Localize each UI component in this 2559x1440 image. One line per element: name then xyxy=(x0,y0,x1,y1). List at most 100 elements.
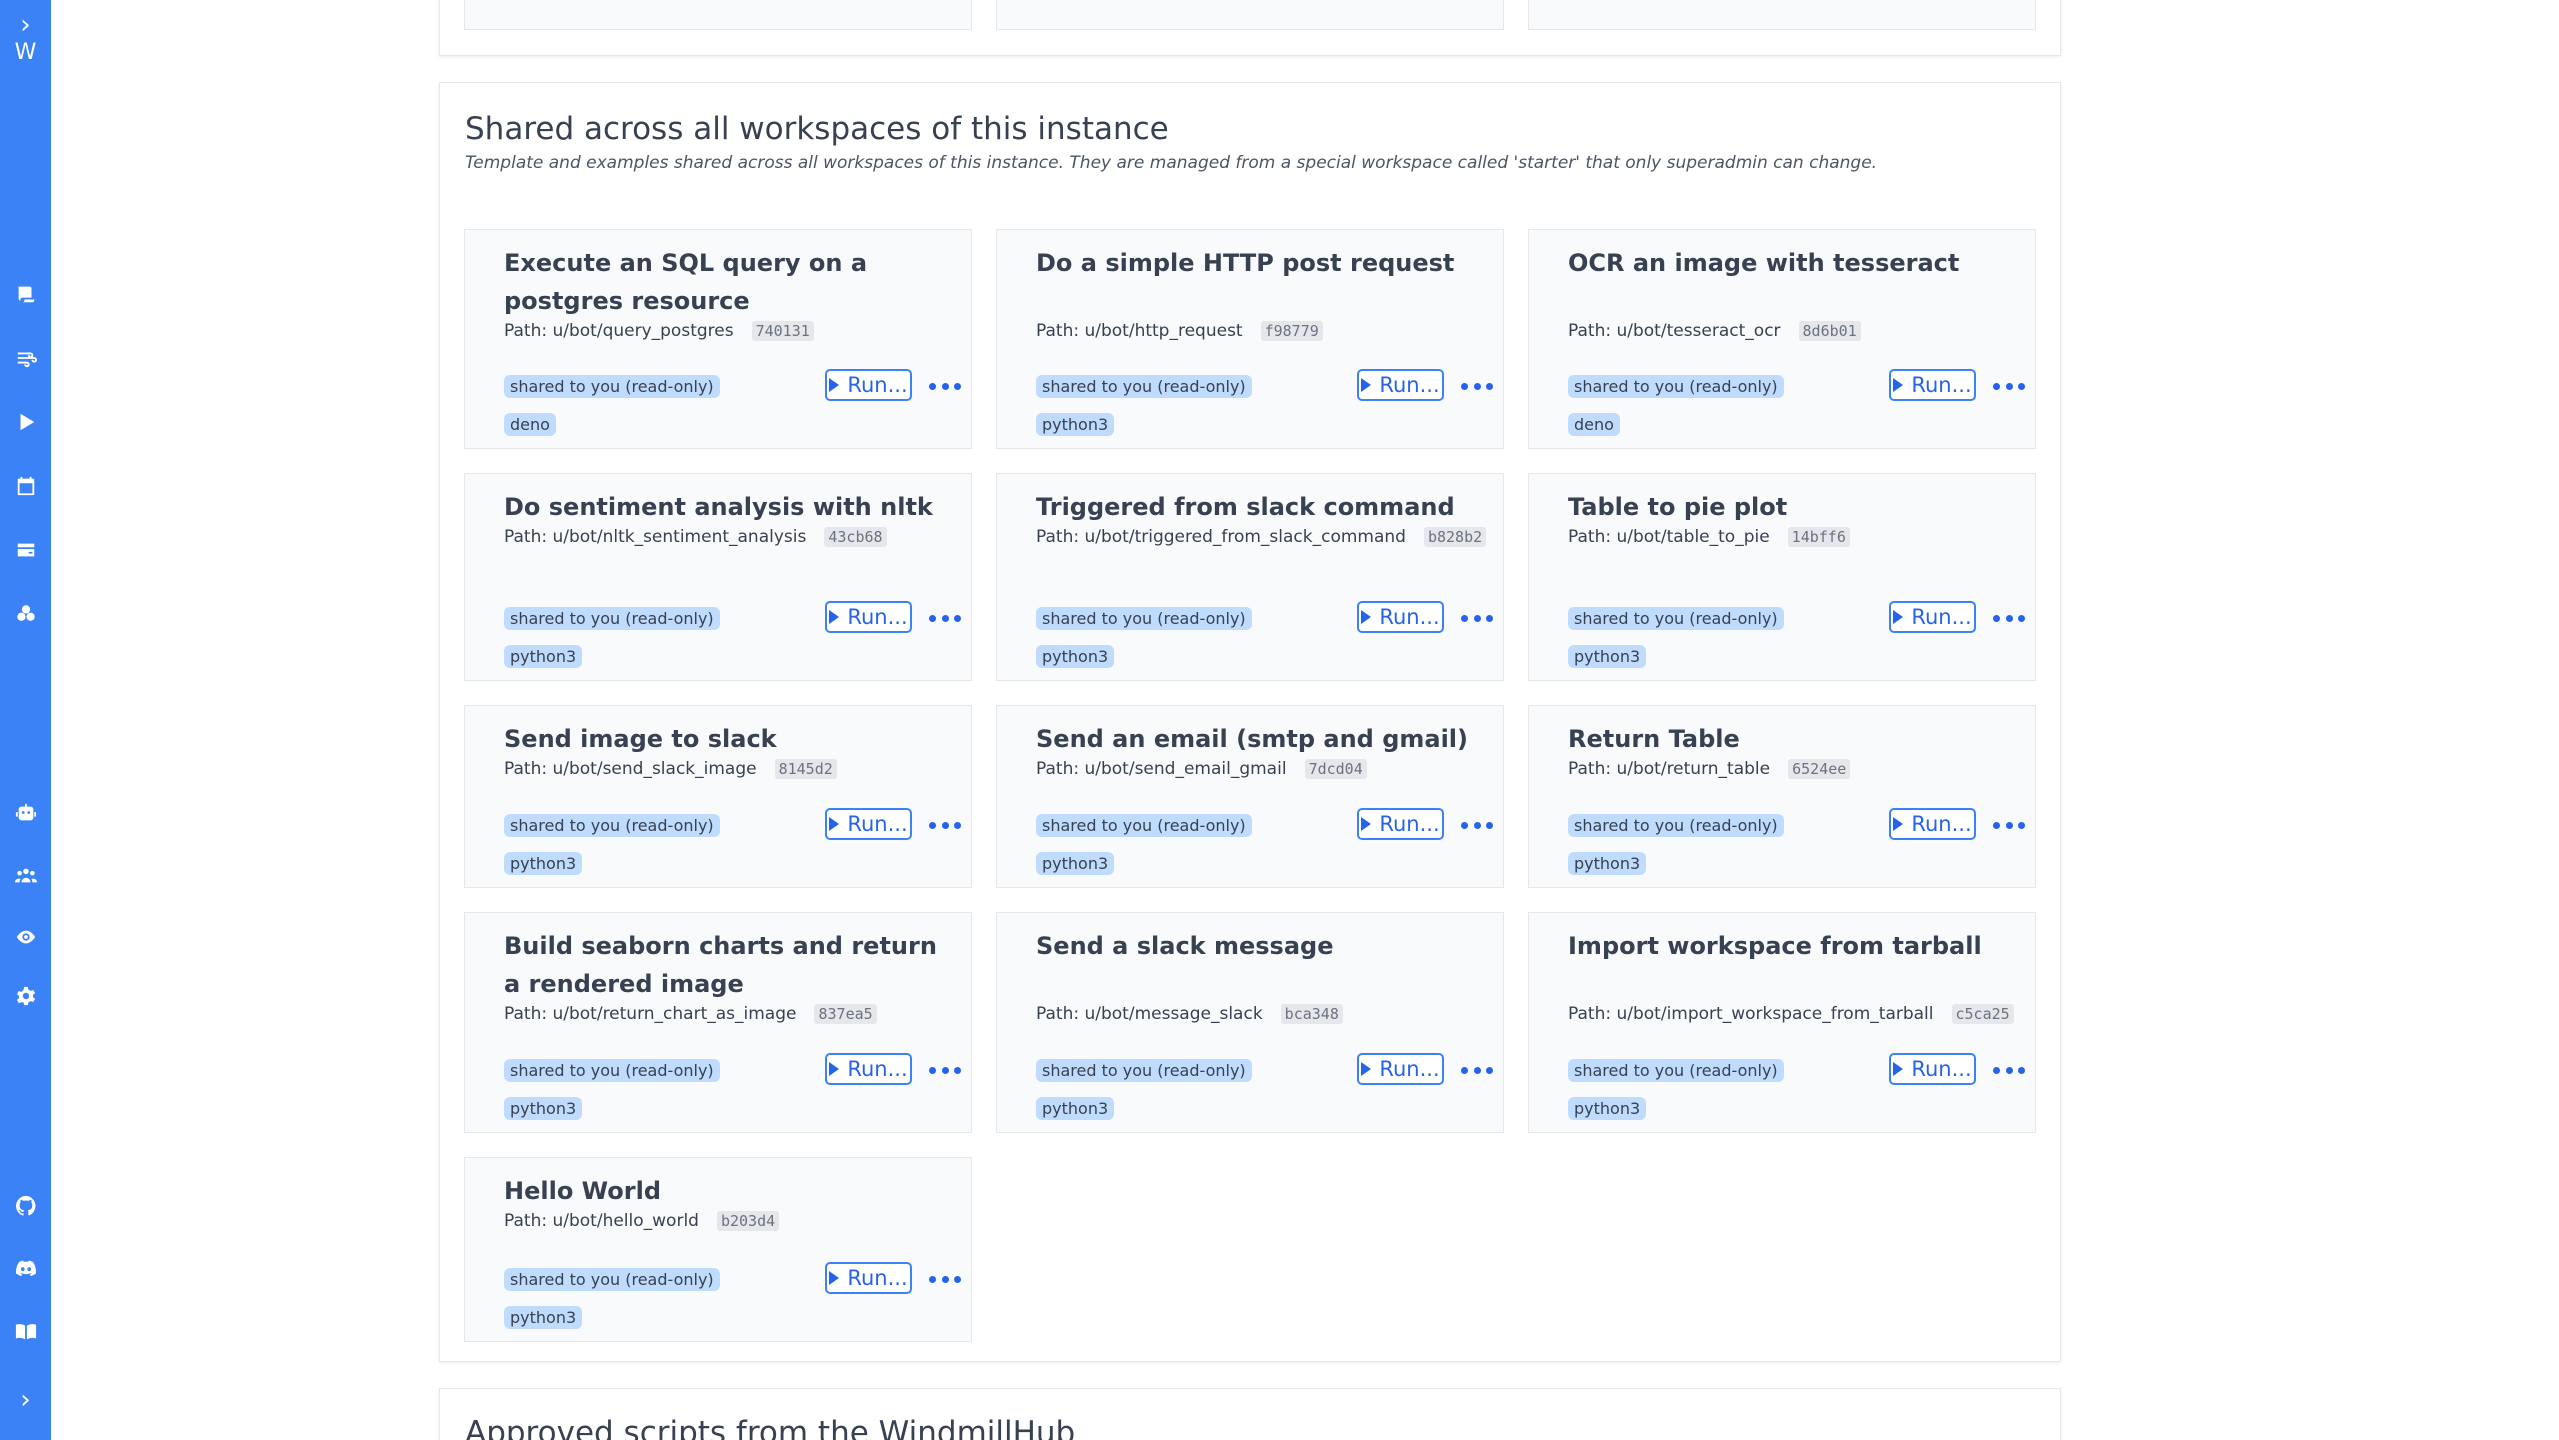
script-title[interactable]: Send an email (smtp and gmail) xyxy=(1036,720,1476,758)
script-title[interactable]: Import workspace from tarball xyxy=(1568,927,2008,965)
more-options-icon[interactable] xyxy=(929,376,961,396)
script-hash: 6524ee xyxy=(1788,759,1851,779)
script-title[interactable]: Hello World xyxy=(504,1172,944,1210)
scripts-icon[interactable] xyxy=(0,274,51,314)
audit-logs-icon[interactable] xyxy=(0,917,51,957)
path-prefix: Path: xyxy=(1568,527,1617,547)
script-card[interactable]: Table to pie plot Path: u/bot/table_to_pi… xyxy=(1528,473,2036,681)
run-button[interactable]: Run... xyxy=(1357,369,1444,401)
more-options-icon[interactable] xyxy=(929,1269,961,1289)
script-hash: bca348 xyxy=(1280,1004,1343,1024)
run-button[interactable]: Run... xyxy=(825,369,912,401)
section-description: Template and examples shared across all … xyxy=(465,153,1878,173)
script-path: Path: u/bot/hello_world b203d4 xyxy=(504,1208,944,1235)
more-options-icon[interactable] xyxy=(1993,376,2025,396)
run-button[interactable]: Run... xyxy=(1889,601,1976,633)
runs-icon[interactable] xyxy=(0,402,51,442)
script-hash: f98779 xyxy=(1260,321,1323,341)
script-path: Path: u/bot/return_table 6524ee xyxy=(1568,756,2008,783)
script-card[interactable]: Send an email (smtp and gmail) Path: u/bo… xyxy=(996,705,1504,888)
script-title[interactable]: Build seaborn charts and return a render… xyxy=(504,927,944,1003)
more-options-icon[interactable] xyxy=(1993,815,2025,835)
path-prefix: Path: xyxy=(504,1211,553,1231)
script-card[interactable]: Execute an SQL query on a postgres resou… xyxy=(464,229,972,449)
script-card[interactable]: Import workspace from tarball Path: u/bot… xyxy=(1528,912,2036,1133)
run-button[interactable]: Run... xyxy=(1889,808,1976,840)
script-title[interactable]: Send image to slack xyxy=(504,720,944,758)
script-card[interactable]: OCR an image with tesseract Path: u/bot/t… xyxy=(1528,229,2036,449)
script-path: Path: u/bot/nltk_sentiment_analysis 43cb6… xyxy=(504,524,944,551)
script-hash: 43cb68 xyxy=(824,527,887,547)
language-badge: python3 xyxy=(504,645,583,668)
script-card[interactable]: Send a slack message Path: u/bot/message_… xyxy=(996,912,1504,1133)
shared-badge: shared to you (read-only) xyxy=(504,1268,720,1291)
script-card[interactable]: Hello World Path: u/bot/hello_world b203d4… xyxy=(464,1157,972,1342)
script-hash: b828b2 xyxy=(1423,527,1487,547)
collapse-chevron-icon[interactable]: › xyxy=(0,1385,51,1415)
play-icon xyxy=(1361,610,1372,624)
script-card[interactable]: Return Table Path: u/bot/return_table 6524… xyxy=(1528,705,2036,888)
run-button[interactable]: Run... xyxy=(1889,1053,1976,1085)
script-title[interactable]: Do sentiment analysis with nltk xyxy=(504,488,944,526)
language-badge: python3 xyxy=(1036,1097,1115,1120)
run-button[interactable]: Run... xyxy=(1357,808,1444,840)
path-prefix: Path: xyxy=(1568,321,1617,341)
script-title[interactable]: Triggered from slack command xyxy=(1036,488,1476,526)
more-options-icon[interactable] xyxy=(929,1060,961,1080)
script-card[interactable]: Triggered from slack command Path: u/bot/… xyxy=(996,473,1504,681)
run-button[interactable]: Run... xyxy=(1357,601,1444,633)
more-options-icon[interactable] xyxy=(929,608,961,628)
path-prefix: Path: xyxy=(1036,1004,1085,1024)
script-title[interactable]: Send a slack message xyxy=(1036,927,1476,965)
discord-icon[interactable] xyxy=(0,1248,51,1288)
more-options-icon[interactable] xyxy=(1461,608,1493,628)
expand-chevron-icon[interactable]: › xyxy=(0,10,51,40)
language-badge: deno xyxy=(1568,413,1620,436)
sidebar: › W › xyxy=(0,0,51,1440)
settings-icon[interactable] xyxy=(0,976,51,1016)
language-badge: python3 xyxy=(1568,852,1647,875)
more-options-icon[interactable] xyxy=(1993,1060,2025,1080)
schedules-icon[interactable] xyxy=(0,466,51,506)
run-button[interactable]: Run... xyxy=(825,1053,912,1085)
path-value: u/bot/triggered_from_slack_command xyxy=(1084,527,1406,547)
run-button[interactable]: Run... xyxy=(825,808,912,840)
variables-icon[interactable] xyxy=(0,594,51,634)
path-prefix: Path: xyxy=(1036,759,1085,779)
more-options-icon[interactable] xyxy=(929,815,961,835)
script-hash: 14bff6 xyxy=(1787,527,1850,547)
shared-section-panel: Shared across all workspaces of this ins… xyxy=(439,82,2061,1362)
script-card[interactable]: Send image to slack Path: u/bot/send_slac… xyxy=(464,705,972,888)
workspace-letter[interactable]: W xyxy=(0,40,51,66)
more-options-icon[interactable] xyxy=(1461,376,1493,396)
script-card[interactable]: Do sentiment analysis with nltk Path: u/b… xyxy=(464,473,972,681)
script-title[interactable]: OCR an image with tesseract xyxy=(1568,244,2008,282)
more-options-icon[interactable] xyxy=(1461,815,1493,835)
run-button[interactable]: Run... xyxy=(1889,369,1976,401)
flows-icon[interactable] xyxy=(0,338,51,378)
run-button[interactable]: Run... xyxy=(1357,1053,1444,1085)
more-options-icon[interactable] xyxy=(1461,1060,1493,1080)
github-icon[interactable] xyxy=(0,1186,51,1226)
shared-badge: shared to you (read-only) xyxy=(1036,1059,1252,1082)
script-title[interactable]: Return Table xyxy=(1568,720,2008,758)
groups-icon[interactable] xyxy=(0,855,51,895)
run-button[interactable]: Run... xyxy=(825,1262,912,1294)
resources-icon[interactable] xyxy=(0,530,51,570)
play-icon xyxy=(1893,1062,1904,1076)
run-button[interactable]: Run... xyxy=(825,601,912,633)
path-value: u/bot/import_workspace_from_tarball xyxy=(1616,1004,1934,1024)
shared-badge: shared to you (read-only) xyxy=(1036,814,1252,837)
script-card[interactable]: Build seaborn charts and return a render… xyxy=(464,912,972,1133)
run-button-label: Run... xyxy=(1911,605,1972,629)
sidebar-header[interactable]: › W xyxy=(0,10,51,66)
script-card[interactable]: Do a simple HTTP post request Path: u/bot… xyxy=(996,229,1504,449)
bot-icon[interactable] xyxy=(0,793,51,833)
script-title[interactable]: Table to pie plot xyxy=(1568,488,2008,526)
docs-icon[interactable] xyxy=(0,1312,51,1352)
script-title[interactable]: Execute an SQL query on a postgres resou… xyxy=(504,244,944,320)
language-badge: python3 xyxy=(1568,1097,1647,1120)
path-value: u/bot/send_email_gmail xyxy=(1084,759,1287,779)
more-options-icon[interactable] xyxy=(1993,608,2025,628)
script-title[interactable]: Do a simple HTTP post request xyxy=(1036,244,1476,282)
